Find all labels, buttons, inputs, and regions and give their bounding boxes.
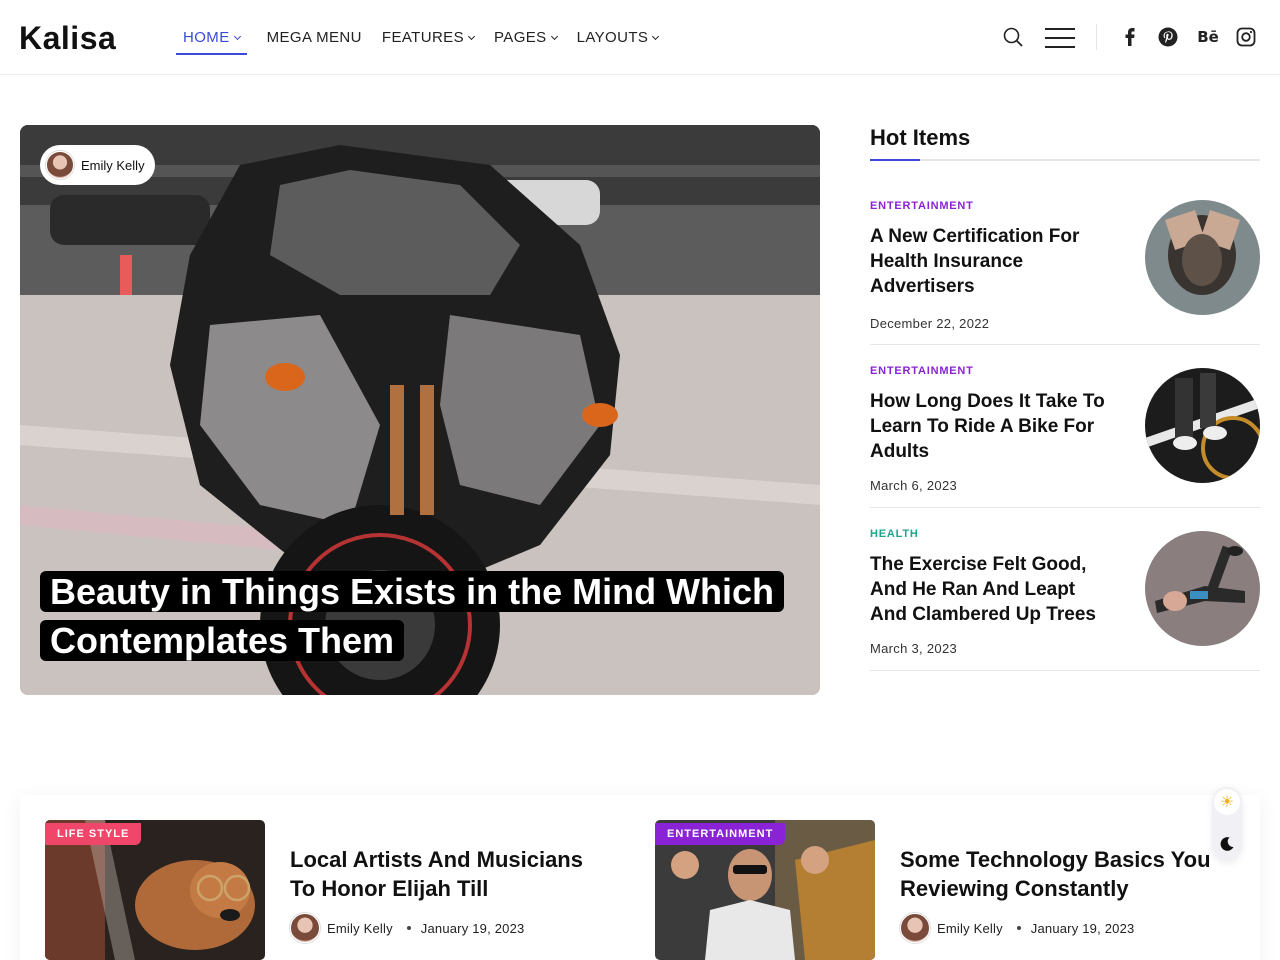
hot-item-thumbnail[interactable] <box>1145 531 1260 646</box>
nav-home[interactable]: HOME <box>176 23 247 55</box>
meta-separator <box>1016 926 1021 930</box>
instagram-icon[interactable] <box>1235 26 1257 48</box>
main-nav: HOME MEGA MENU FEATURES PAGES LAYOUTS <box>176 0 678 75</box>
hot-item-date: December 22, 2022 <box>870 316 990 331</box>
hot-item[interactable]: ENTERTAINMENT How Long Does It Take To L… <box>870 365 1260 508</box>
avatar[interactable] <box>290 913 320 943</box>
nav-features[interactable]: FEATURES <box>381 23 476 53</box>
hot-item-title[interactable]: A New Certification For Health Insurance… <box>870 224 1115 299</box>
nav-pages[interactable]: PAGES <box>494 23 558 53</box>
hot-item-date: March 6, 2023 <box>870 478 958 493</box>
card-image[interactable]: ENTERTAINMENT <box>655 820 875 960</box>
nav-features-label: FEATURES <box>381 29 464 46</box>
site-header: Kalisa HOME MEGA MENU FEATURES PAGES LAY… <box>0 0 1280 75</box>
featured-cards: LIFE STYLE Local Artists And Musicians T… <box>20 795 1260 960</box>
behance-icon[interactable]: Bē <box>1195 26 1221 48</box>
pinterest-icon[interactable] <box>1157 26 1179 48</box>
theme-toggle[interactable]: ☀ <box>1212 787 1242 861</box>
card-title[interactable]: Local Artists And Musicians To Honor Eli… <box>290 845 610 903</box>
sun-icon[interactable]: ☀ <box>1214 789 1240 815</box>
card-meta: Emily Kelly January 19, 2023 <box>290 913 524 943</box>
hero-featured-post[interactable]: Emily Kelly Beauty in Things Exists in t… <box>20 125 820 695</box>
nav-pages-label: PAGES <box>494 29 547 46</box>
hot-item-title[interactable]: The Exercise Felt Good, And He Ran And L… <box>870 552 1115 627</box>
menu-icon[interactable] <box>1045 28 1075 48</box>
hot-item[interactable]: HEALTH The Exercise Felt Good, And He Ra… <box>870 528 1260 671</box>
hero-author-name: Emily Kelly <box>81 157 145 173</box>
hero-title[interactable]: Beauty in Things Exists in the Mind Whic… <box>40 567 820 665</box>
card-date: January 19, 2023 <box>420 920 525 936</box>
facebook-icon[interactable] <box>1119 26 1141 48</box>
nav-layouts[interactable]: LAYOUTS <box>576 23 660 53</box>
hot-item-title[interactable]: How Long Does It Take To Learn To Ride A… <box>870 389 1115 464</box>
hot-items-sidebar: Hot Items ENTERTAINMENT A New Certificat… <box>870 125 1260 671</box>
site-logo[interactable]: Kalisa <box>19 20 116 57</box>
avatar <box>46 151 74 179</box>
card-image[interactable]: LIFE STYLE <box>45 820 265 960</box>
card-category-badge[interactable]: ENTERTAINMENT <box>655 823 786 845</box>
hero-title-text: Beauty in Things Exists in the Mind Whic… <box>40 571 785 661</box>
chevron-down-icon <box>233 32 241 40</box>
chevron-down-icon <box>550 32 558 40</box>
behance-label: Bē <box>1197 28 1219 46</box>
card-meta: Emily Kelly January 19, 2023 <box>900 913 1134 943</box>
hero-author[interactable]: Emily Kelly <box>40 145 155 185</box>
chevron-down-icon <box>652 32 660 40</box>
nav-home-label: HOME <box>183 29 230 46</box>
hot-item-date: March 3, 2023 <box>870 641 958 656</box>
header-divider <box>1096 24 1097 50</box>
nav-mega-menu-label: MEGA MENU <box>266 29 362 46</box>
hot-item[interactable]: ENTERTAINMENT A New Certification For He… <box>870 200 1260 345</box>
card-author[interactable]: Emily Kelly <box>937 921 1003 936</box>
nav-mega-menu[interactable]: MEGA MENU <box>267 23 362 53</box>
card-date: January 19, 2023 <box>1030 920 1135 936</box>
search-icon[interactable] <box>1003 27 1023 47</box>
avatar[interactable] <box>900 913 930 943</box>
chevron-down-icon <box>467 32 476 40</box>
card-title[interactable]: Some Technology Basics You Reviewing Con… <box>900 845 1220 903</box>
hot-item-thumbnail[interactable] <box>1145 368 1260 483</box>
heading-underline <box>870 159 1260 161</box>
meta-separator <box>406 926 411 930</box>
hot-items-heading: Hot Items <box>870 125 971 150</box>
card-author[interactable]: Emily Kelly <box>327 921 393 936</box>
card-category-badge[interactable]: LIFE STYLE <box>45 823 142 845</box>
moon-icon[interactable] <box>1214 831 1240 857</box>
nav-layouts-label: LAYOUTS <box>576 29 649 46</box>
hot-item-thumbnail[interactable] <box>1145 200 1260 315</box>
